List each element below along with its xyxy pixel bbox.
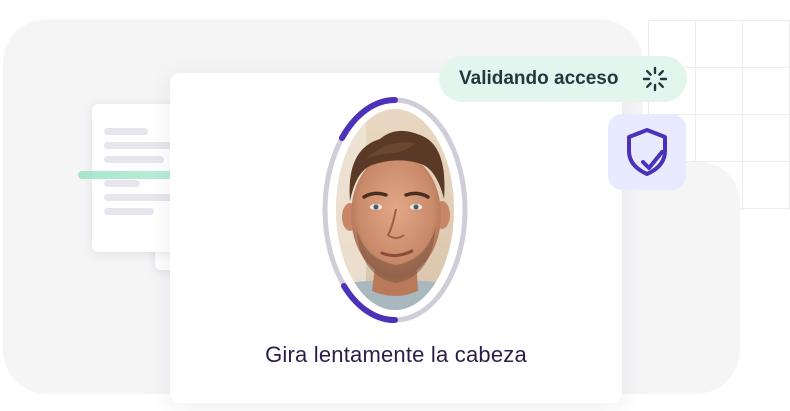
- shield-check-icon: [627, 128, 667, 176]
- head-turn-instruction: Gira lentamente la cabeza: [265, 342, 527, 367]
- face-oval-frame: [322, 96, 468, 324]
- scan-progress-arc-bottom: [341, 283, 398, 324]
- status-label: Validando acceso: [459, 68, 619, 89]
- scan-progress-arc-top: [339, 96, 398, 141]
- loading-spinner-icon: [642, 66, 668, 92]
- security-badge: [608, 114, 686, 190]
- access-status-pill: Validando acceso: [439, 56, 687, 102]
